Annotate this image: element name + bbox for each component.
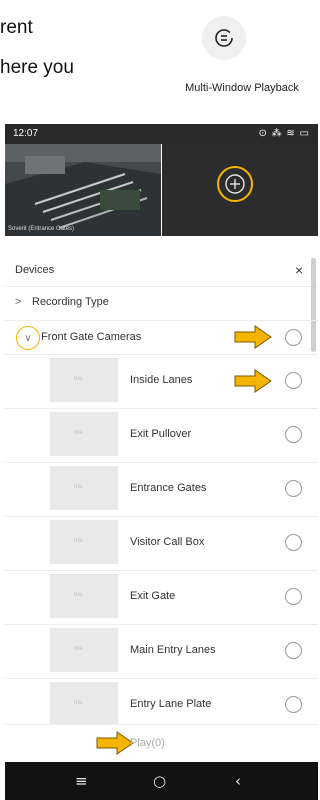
arrow-annotation-icon bbox=[234, 369, 272, 393]
status-time: 12:07 bbox=[13, 128, 39, 139]
device-label: Visitor Call Box bbox=[130, 536, 205, 548]
device-label: Exit Gate bbox=[130, 590, 176, 602]
device-label: Entry Lane Plate bbox=[130, 698, 212, 710]
arrow-annotation-icon bbox=[96, 731, 134, 755]
device-select-radio[interactable] bbox=[285, 372, 302, 389]
device-row[interactable]: n/a Entry Lane Plate bbox=[5, 678, 318, 726]
device-label: Main Entry Lanes bbox=[130, 644, 216, 656]
device-label: Exit Pullover bbox=[130, 428, 192, 440]
device-select-radio[interactable] bbox=[285, 696, 302, 713]
device-row[interactable]: n/a Exit Pullover bbox=[5, 408, 318, 463]
device-thumbnail: n/a bbox=[50, 682, 118, 726]
home-icon[interactable]: ○ bbox=[153, 772, 166, 790]
status-icons: ⊙ ⁂ ≋ ▭ bbox=[258, 128, 310, 139]
device-thumbnail: n/a bbox=[50, 574, 118, 618]
device-row[interactable]: n/a Inside Lanes bbox=[5, 354, 318, 409]
recording-type-label: Recording Type bbox=[32, 296, 109, 308]
arrow-annotation-icon bbox=[234, 325, 272, 349]
device-thumbnail: n/a bbox=[50, 412, 118, 456]
device-row[interactable]: n/a Main Entry Lanes bbox=[5, 624, 318, 679]
devices-header: Devices × bbox=[5, 256, 318, 287]
device-row[interactable]: n/a Entrance Gates bbox=[5, 462, 318, 517]
add-camera-button[interactable] bbox=[217, 166, 253, 202]
device-select-radio[interactable] bbox=[285, 534, 302, 551]
document-line: rent bbox=[0, 17, 33, 38]
group-select-radio[interactable] bbox=[285, 329, 302, 346]
device-label: Inside Lanes bbox=[130, 374, 193, 386]
empty-camera-slot[interactable] bbox=[162, 144, 318, 236]
camera-caption: Soverit (Entrance Gates) bbox=[8, 226, 75, 232]
multi-window-playback-label: Multi-Window Playback bbox=[185, 82, 299, 94]
chevron-down-icon[interactable]: ∨ bbox=[16, 326, 40, 350]
close-icon[interactable]: × bbox=[295, 262, 303, 278]
device-select-radio[interactable] bbox=[285, 588, 302, 605]
plus-circle-icon bbox=[217, 166, 253, 202]
device-label: Entrance Gates bbox=[130, 482, 207, 494]
document-text: rent here you bbox=[0, 8, 150, 88]
device-thumbnail: n/a bbox=[50, 358, 118, 402]
play-button[interactable]: Play(0) bbox=[130, 737, 165, 749]
play-bar: Play(0) bbox=[5, 724, 318, 763]
status-bar: 12:07 ⊙ ⁂ ≋ ▭ bbox=[5, 124, 318, 144]
back-icon[interactable]: ‹ bbox=[235, 772, 241, 790]
recording-type-row[interactable]: > Recording Type bbox=[5, 286, 318, 321]
camera-view[interactable]: Soverit (Entrance Gates) bbox=[5, 144, 161, 236]
chevron-right-icon: > bbox=[15, 296, 22, 308]
device-row[interactable]: n/a Visitor Call Box bbox=[5, 516, 318, 571]
navigation-bar: ≡ ○ ‹ bbox=[5, 762, 318, 800]
device-thumbnail: n/a bbox=[50, 520, 118, 564]
device-thumbnail: n/a bbox=[50, 628, 118, 672]
group-label: Front Gate Cameras bbox=[41, 331, 142, 343]
device-select-radio[interactable] bbox=[285, 480, 302, 497]
devices-title: Devices bbox=[15, 264, 55, 276]
multi-window-playback-icon[interactable] bbox=[202, 16, 246, 60]
document-line: here you bbox=[0, 57, 74, 78]
phone-screen: 12:07 ⊙ ⁂ ≋ ▭ Soverit (Entrance Gates) D… bbox=[5, 124, 318, 800]
group-row[interactable]: ∨ Front Gate Cameras bbox=[5, 320, 318, 355]
camera-feed-image bbox=[5, 144, 161, 236]
device-row[interactable]: n/a Exit Gate bbox=[5, 570, 318, 625]
device-thumbnail: n/a bbox=[50, 466, 118, 510]
device-select-radio[interactable] bbox=[285, 426, 302, 443]
device-select-radio[interactable] bbox=[285, 642, 302, 659]
menu-icon[interactable]: ≡ bbox=[75, 772, 88, 790]
